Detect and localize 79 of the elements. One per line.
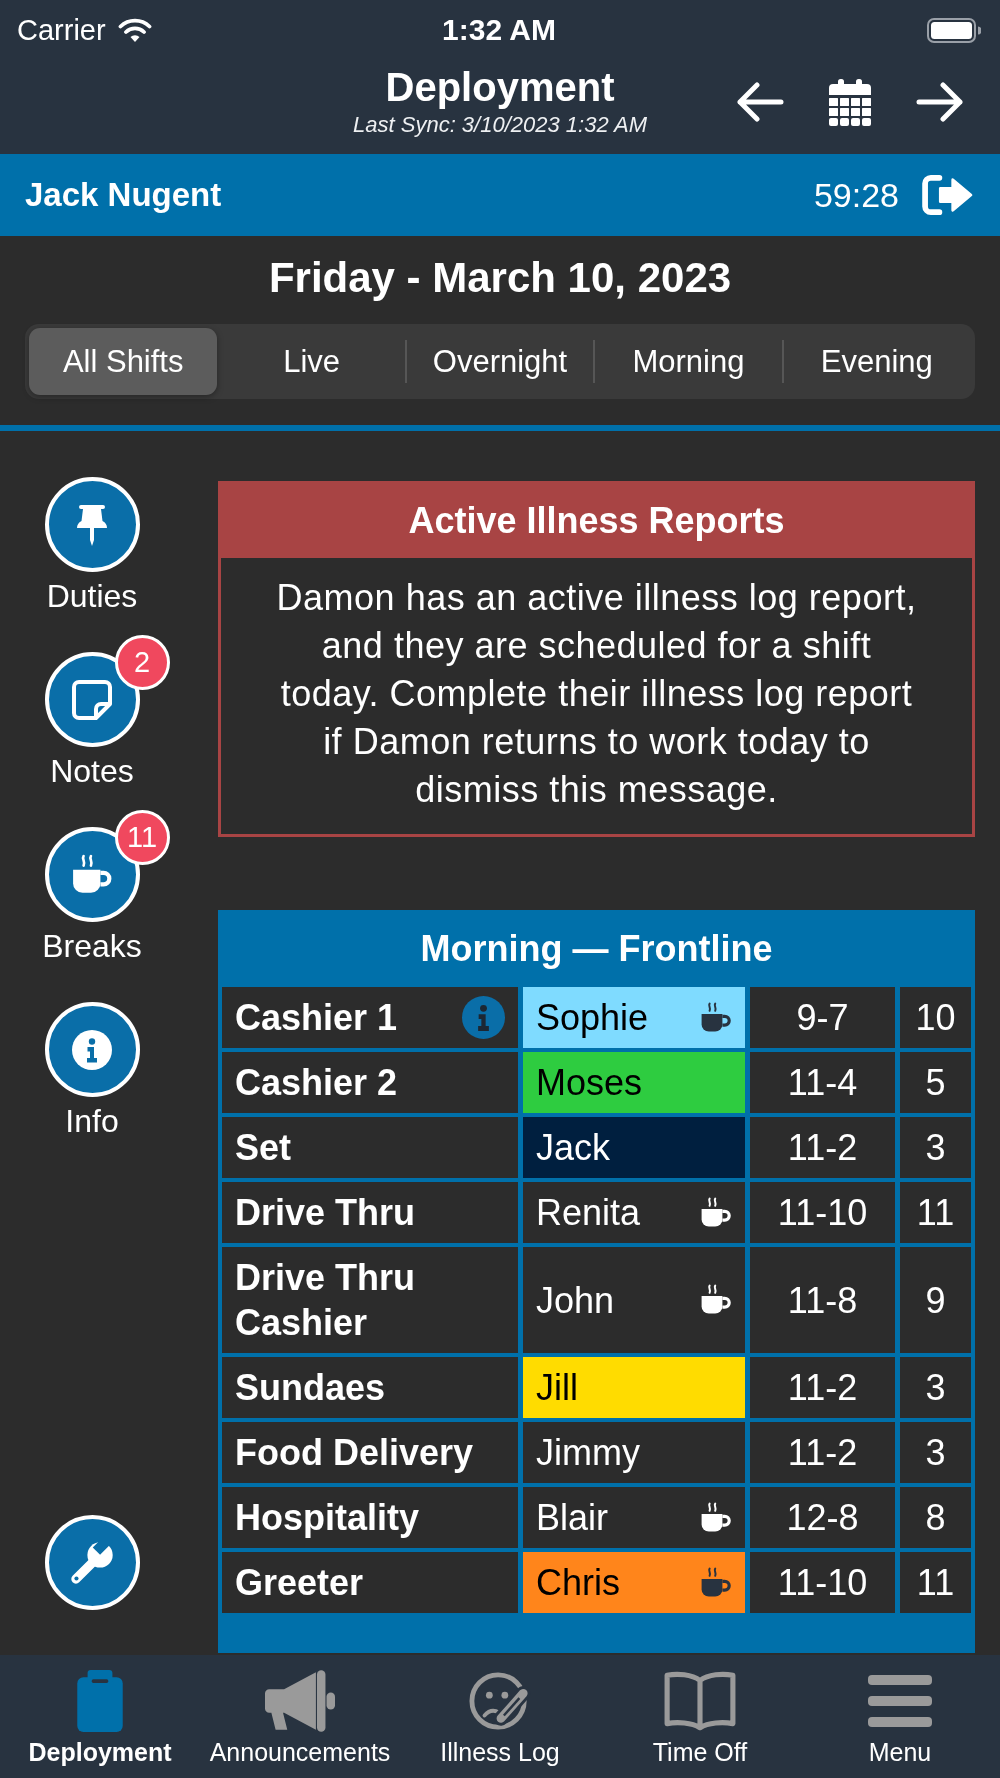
tab-bar-item[interactable]: Time Off [600, 1655, 800, 1778]
employee-name: Renita [536, 1191, 641, 1235]
wrench-icon [69, 1539, 115, 1586]
table-cell: 5 [900, 1052, 971, 1113]
shift-tab[interactable]: Overnight [405, 328, 595, 395]
shift-tab[interactable]: Live [217, 328, 406, 395]
roster-title: Morning — Frontline [419, 926, 774, 971]
megaphone-icon [265, 1670, 335, 1732]
sidebar-label: Breaks [42, 928, 142, 964]
alert-message: Damon has an active illness log report, and they are scheduled for a shift today. Complete their illness log report if Damon returns to work today to dismiss this message. [275, 576, 918, 812]
table-cell: 11 [900, 1182, 971, 1243]
shift-tab[interactable]: All Shifts [29, 328, 218, 395]
sticky-note-icon [72, 679, 112, 720]
position-label: Set [235, 1126, 292, 1170]
employee-name: Blair [536, 1496, 609, 1540]
shift-tab[interactable]: Evening [782, 328, 971, 395]
last-sync-text: Last Sync: 3/10/2023 1:32 AM [353, 112, 647, 138]
menu-icon [868, 1674, 932, 1728]
position-label: Sundaes [235, 1366, 386, 1410]
wifi-icon [117, 17, 152, 43]
position-label: Drive Thru Cashier [235, 1256, 417, 1345]
info-icon[interactable] [462, 996, 505, 1039]
pushpin-icon [77, 502, 107, 547]
clipboard-icon [77, 1670, 123, 1732]
info-icon [72, 1029, 112, 1070]
user-name: Jack Nugent [25, 176, 223, 214]
sidebar-label: Notes [50, 753, 134, 789]
position-label: Cashier 2 [235, 1061, 398, 1105]
count-badge: 2 [114, 635, 170, 690]
employee-name: Sophie [536, 996, 649, 1040]
table-cell: 9-7 [750, 987, 895, 1048]
carrier-label: Carrier [17, 13, 106, 47]
logout-icon[interactable] [921, 174, 975, 216]
coffee-cup-icon [71, 853, 113, 896]
table-cell: 12-8 [750, 1487, 895, 1548]
tab-bar-item[interactable]: Menu [800, 1655, 1000, 1778]
employee-name: Jack [536, 1126, 611, 1170]
screen-title: Deployment [385, 64, 615, 110]
table-cell: 11-2 [750, 1117, 895, 1178]
employee-name: John [536, 1278, 615, 1323]
table-cell: 11-8 [750, 1247, 895, 1353]
alert-title: Active Illness Reports [221, 484, 972, 558]
employee-name: Jill [536, 1366, 578, 1410]
sidebar-label: Info [65, 1103, 119, 1139]
sick-face-icon [469, 1670, 531, 1732]
employee-name: Chris [536, 1561, 620, 1605]
calendar-icon[interactable] [829, 78, 871, 126]
table-cell: 9 [900, 1247, 971, 1353]
shift-tab[interactable]: Morning [594, 328, 783, 395]
arrow-right-icon[interactable] [916, 82, 964, 122]
position-label: Greeter [235, 1561, 364, 1605]
sidebar-label: Duties [46, 578, 138, 614]
table-cell: 11-10 [750, 1182, 895, 1243]
date-title: Friday - March 10, 2023 [267, 254, 733, 302]
count-badge: 11 [114, 810, 170, 865]
table-cell: 10 [900, 987, 971, 1048]
tab-bar-item[interactable]: Deployment [0, 1655, 200, 1778]
table-cell: 11-2 [750, 1422, 895, 1483]
employee-name: Moses [536, 1061, 643, 1105]
position-label: Drive Thru [235, 1191, 416, 1235]
open-book-icon [663, 1670, 737, 1732]
table-cell: 11-2 [750, 1357, 895, 1418]
table-cell: 11 [900, 1552, 971, 1613]
table-cell: 11-4 [750, 1052, 895, 1113]
arrow-left-icon[interactable] [736, 82, 784, 122]
status-time: 1:32 AM [442, 13, 556, 47]
table-cell: 11-10 [750, 1552, 895, 1613]
table-cell: 8 [900, 1487, 971, 1548]
tab-bar-item[interactable]: Illness Log [400, 1655, 600, 1778]
position-label: Hospitality [235, 1496, 420, 1540]
table-cell: 3 [900, 1357, 971, 1418]
table-cell: 3 [900, 1117, 971, 1178]
employee-name: Jimmy [536, 1431, 640, 1475]
table-cell: 3 [900, 1422, 971, 1483]
battery-icon [927, 17, 981, 43]
tab-bar-item[interactable]: Announcements [200, 1655, 400, 1778]
position-label: Food Delivery [235, 1431, 474, 1475]
position-label: Cashier 1 [235, 996, 398, 1040]
session-timer: 59:28 [813, 175, 899, 215]
